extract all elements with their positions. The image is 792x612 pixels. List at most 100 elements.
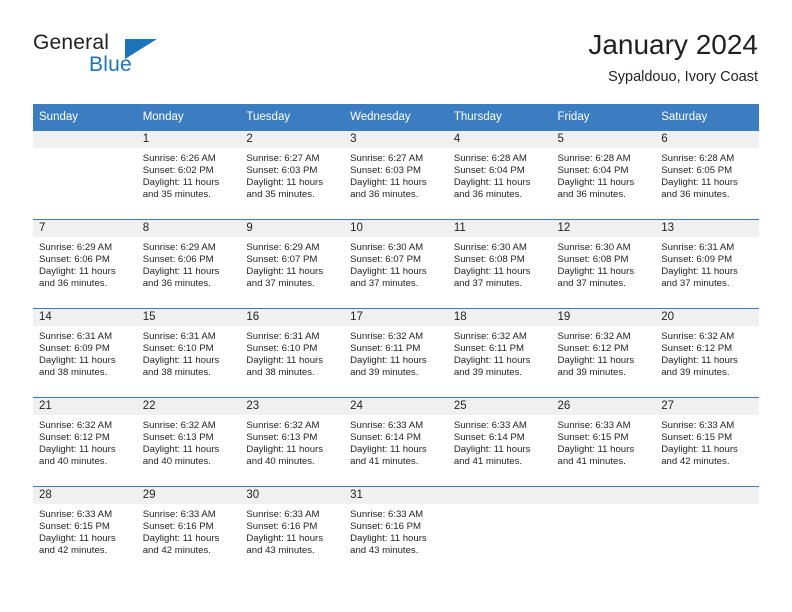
calendar-day-cell[interactable]: 24 Sunrise: 6:33 AM Sunset: 6:14 PM Dayligh… <box>344 397 448 487</box>
calendar-day-daylight1-text: Daylight: 11 hours <box>142 266 220 278</box>
calendar-day-cell[interactable]: 7 Sunrise: 6:29 AM Sunset: 6:06 PM Daylight… <box>33 219 137 309</box>
calendar-day-cell-inner: 14 Sunrise: 6:31 AM Sunset: 6:09 PM Dayligh… <box>33 309 137 397</box>
calendar-day-cell-inner: 11 Sunrise: 6:30 AM Sunset: 6:08 PM Dayligh… <box>447 220 552 308</box>
calendar-day-cell[interactable]: 3 Sunrise: 6:27 AM Sunset: 6:03 PM Daylight… <box>344 131 448 220</box>
calendar-day-cell[interactable]: 30 Sunrise: 6:33 AM Sunset: 6:16 PM Dayligh… <box>240 486 345 575</box>
calendar-day-cell-inner: 10 Sunrise: 6:30 AM Sunset: 6:07 PM Dayligh… <box>344 220 448 308</box>
calendar-day-cell[interactable]: 31 Sunrise: 6:33 AM Sunset: 6:16 PM Dayligh… <box>344 486 448 575</box>
calendar-day-cell[interactable]: 12 Sunrise: 6:30 AM Sunset: 6:08 PM Dayligh… <box>551 219 656 309</box>
calendar-day-cell-inner <box>33 131 137 219</box>
calendar-day-sunset-text: Sunset: 6:04 PM <box>453 165 525 177</box>
calendar-day-daylight1-text: Daylight: 11 hours <box>661 355 738 367</box>
calendar-day-daylight2-text: and 40 minutes. <box>142 456 211 468</box>
calendar-day-cell[interactable]: 28 Sunrise: 6:33 AM Sunset: 6:15 PM Dayligh… <box>33 486 137 575</box>
calendar-day-cell[interactable]: 13 Sunrise: 6:31 AM Sunset: 6:09 PM Dayligh… <box>655 219 759 309</box>
weekday-header-tuesday: Tuesday <box>240 104 345 131</box>
calendar-day-daylight2-text: and 36 minutes. <box>453 189 523 201</box>
calendar-day-daylight1-text: Daylight: 11 hours <box>453 177 531 189</box>
calendar-day-daylight2-text: and 36 minutes. <box>39 278 108 290</box>
calendar-day-sunset-text: Sunset: 6:16 PM <box>142 521 214 533</box>
calendar-day-cell[interactable]: 6 Sunrise: 6:28 AM Sunset: 6:05 PM Daylight… <box>655 131 759 220</box>
calendar-day-sunrise-text: Sunrise: 6:32 AM <box>661 331 735 342</box>
calendar-day-number: 19 <box>551 309 656 326</box>
calendar-day-cell[interactable]: 19 Sunrise: 6:32 AM Sunset: 6:12 PM Dayligh… <box>551 308 656 398</box>
calendar-day-number: 24 <box>344 398 448 415</box>
calendar-day-daylight1-text: Daylight: 11 hours <box>39 533 116 545</box>
brand-logo[interactable]: General Blue <box>33 31 243 87</box>
calendar-day-daylight2-text: and 42 minutes. <box>142 545 211 557</box>
calendar-day-number: 22 <box>136 398 241 415</box>
calendar-day-cell-inner: 24 Sunrise: 6:33 AM Sunset: 6:14 PM Dayligh… <box>344 398 448 486</box>
calendar-day-cell-inner: 5 Sunrise: 6:28 AM Sunset: 6:04 PM Daylight… <box>551 131 656 219</box>
calendar-day-cell[interactable]: 26 Sunrise: 6:33 AM Sunset: 6:15 PM Dayligh… <box>551 397 656 487</box>
calendar-day-cell[interactable]: 1 Sunrise: 6:26 AM Sunset: 6:02 PM Daylight… <box>136 131 241 220</box>
calendar-day-cell[interactable]: 10 Sunrise: 6:30 AM Sunset: 6:07 PM Dayligh… <box>344 219 448 309</box>
calendar-day-sunrise-text: Sunrise: 6:27 AM <box>350 153 424 164</box>
calendar-day-sunrise-text: Sunrise: 6:31 AM <box>661 242 735 253</box>
calendar-day-cell[interactable]: 18 Sunrise: 6:32 AM Sunset: 6:11 PM Dayligh… <box>447 308 552 398</box>
calendar-day-sunset-text: Sunset: 6:14 PM <box>350 432 422 444</box>
calendar-day-cell[interactable]: 11 Sunrise: 6:30 AM Sunset: 6:08 PM Dayligh… <box>447 219 552 309</box>
calendar-day-daylight1-text: Daylight: 11 hours <box>39 355 116 367</box>
calendar-day-details: Sunrise: 6:30 AM Sunset: 6:08 PM Daylight:… <box>448 237 552 290</box>
calendar-day-cell-inner: 17 Sunrise: 6:32 AM Sunset: 6:11 PM Dayligh… <box>344 309 448 397</box>
calendar-day-cell[interactable]: 27 Sunrise: 6:33 AM Sunset: 6:15 PM Dayligh… <box>655 397 759 487</box>
calendar-day-cell[interactable]: 5 Sunrise: 6:28 AM Sunset: 6:04 PM Daylight… <box>551 131 656 220</box>
calendar-day-sunset-text: Sunset: 6:13 PM <box>142 432 214 444</box>
calendar-day-daylight1-text: Daylight: 11 hours <box>557 355 635 367</box>
calendar-day-details: Sunrise: 6:33 AM Sunset: 6:15 PM Daylight:… <box>655 415 759 468</box>
calendar-day-daylight2-text: and 39 minutes. <box>661 367 730 379</box>
calendar-day-cell[interactable]: 15 Sunrise: 6:31 AM Sunset: 6:10 PM Dayligh… <box>136 308 241 398</box>
calendar-day-number: 3 <box>344 131 448 148</box>
calendar-day-sunrise-text: Sunrise: 6:33 AM <box>557 420 631 431</box>
calendar-day-daylight2-text: and 42 minutes. <box>661 456 730 468</box>
calendar-day-cell-inner: 12 Sunrise: 6:30 AM Sunset: 6:08 PM Dayligh… <box>551 220 656 308</box>
calendar-day-cell[interactable]: 29 Sunrise: 6:33 AM Sunset: 6:16 PM Dayligh… <box>136 486 241 575</box>
calendar-day-number: 26 <box>551 398 656 415</box>
calendar-day-daylight2-text: and 43 minutes. <box>246 545 315 557</box>
calendar-day-cell-inner: 30 Sunrise: 6:33 AM Sunset: 6:16 PM Dayligh… <box>240 487 345 575</box>
calendar-day-cell[interactable]: 25 Sunrise: 6:33 AM Sunset: 6:14 PM Dayligh… <box>447 397 552 487</box>
calendar-day-details: Sunrise: 6:28 AM Sunset: 6:04 PM Daylight:… <box>552 148 656 201</box>
calendar-day-cell[interactable]: 20 Sunrise: 6:32 AM Sunset: 6:12 PM Dayligh… <box>655 308 759 398</box>
calendar-day-sunset-text: Sunset: 6:07 PM <box>246 254 318 266</box>
calendar-day-daylight1-text: Daylight: 11 hours <box>246 177 324 189</box>
calendar-day-daylight1-text: Daylight: 11 hours <box>453 355 531 367</box>
calendar-day-sunrise-text: Sunrise: 6:30 AM <box>453 242 527 253</box>
calendar-day-cell[interactable]: 23 Sunrise: 6:32 AM Sunset: 6:13 PM Dayligh… <box>240 397 345 487</box>
calendar-day-daylight2-text: and 35 minutes. <box>246 189 315 201</box>
calendar-day-sunrise-text: Sunrise: 6:33 AM <box>39 509 113 520</box>
calendar-day-sunset-text: Sunset: 6:02 PM <box>142 165 214 177</box>
calendar-day-cell-inner: 28 Sunrise: 6:33 AM Sunset: 6:15 PM Dayligh… <box>33 487 137 575</box>
calendar-day-sunset-text: Sunset: 6:15 PM <box>39 521 110 533</box>
calendar-day-details: Sunrise: 6:27 AM Sunset: 6:03 PM Daylight:… <box>344 148 448 201</box>
calendar-day-sunset-text: Sunset: 6:08 PM <box>557 254 629 266</box>
calendar-day-daylight1-text: Daylight: 11 hours <box>142 444 220 456</box>
calendar-day-cell[interactable]: 22 Sunrise: 6:32 AM Sunset: 6:13 PM Dayligh… <box>136 397 241 487</box>
brand-name-blue: Blue <box>89 53 132 76</box>
calendar-day-sunset-text: Sunset: 6:16 PM <box>246 521 318 533</box>
calendar-day-sunrise-text: Sunrise: 6:28 AM <box>557 153 631 164</box>
calendar-day-number: 30 <box>240 487 345 504</box>
calendar-day-sunrise-text: Sunrise: 6:26 AM <box>142 153 216 164</box>
calendar-day-cell[interactable]: 4 Sunrise: 6:28 AM Sunset: 6:04 PM Daylight… <box>447 131 552 220</box>
calendar-day-daylight1-text: Daylight: 11 hours <box>246 533 324 545</box>
calendar-day-number: 10 <box>344 220 448 237</box>
calendar-day-cell[interactable]: 17 Sunrise: 6:32 AM Sunset: 6:11 PM Dayligh… <box>344 308 448 398</box>
calendar-day-cell[interactable]: 16 Sunrise: 6:31 AM Sunset: 6:10 PM Dayligh… <box>240 308 345 398</box>
calendar-day-sunrise-text: Sunrise: 6:32 AM <box>39 420 113 431</box>
calendar-day-sunrise-text: Sunrise: 6:31 AM <box>39 331 113 342</box>
calendar-day-cell-inner: 20 Sunrise: 6:32 AM Sunset: 6:12 PM Dayligh… <box>655 309 759 397</box>
calendar-day-cell[interactable]: 9 Sunrise: 6:29 AM Sunset: 6:07 PM Daylight… <box>240 219 345 309</box>
calendar-day-sunrise-text: Sunrise: 6:30 AM <box>350 242 424 253</box>
calendar-day-cell[interactable]: 2 Sunrise: 6:27 AM Sunset: 6:03 PM Daylight… <box>240 131 345 220</box>
calendar-day-details: Sunrise: 6:31 AM Sunset: 6:10 PM Daylight:… <box>240 326 344 379</box>
calendar-day-sunrise-text: Sunrise: 6:31 AM <box>142 331 216 342</box>
calendar-day-sunrise-text: Sunrise: 6:33 AM <box>661 420 735 431</box>
calendar-day-cell[interactable]: 8 Sunrise: 6:29 AM Sunset: 6:06 PM Daylight… <box>136 219 241 309</box>
calendar-day-cell-inner: 2 Sunrise: 6:27 AM Sunset: 6:03 PM Daylight… <box>240 131 345 219</box>
calendar-day-cell[interactable]: 14 Sunrise: 6:31 AM Sunset: 6:09 PM Dayligh… <box>33 308 137 398</box>
calendar-day-cell[interactable]: 21 Sunrise: 6:32 AM Sunset: 6:12 PM Dayligh… <box>33 397 137 487</box>
calendar-day-number <box>447 487 552 504</box>
calendar-day-details: Sunrise: 6:27 AM Sunset: 6:03 PM Daylight:… <box>240 148 344 201</box>
